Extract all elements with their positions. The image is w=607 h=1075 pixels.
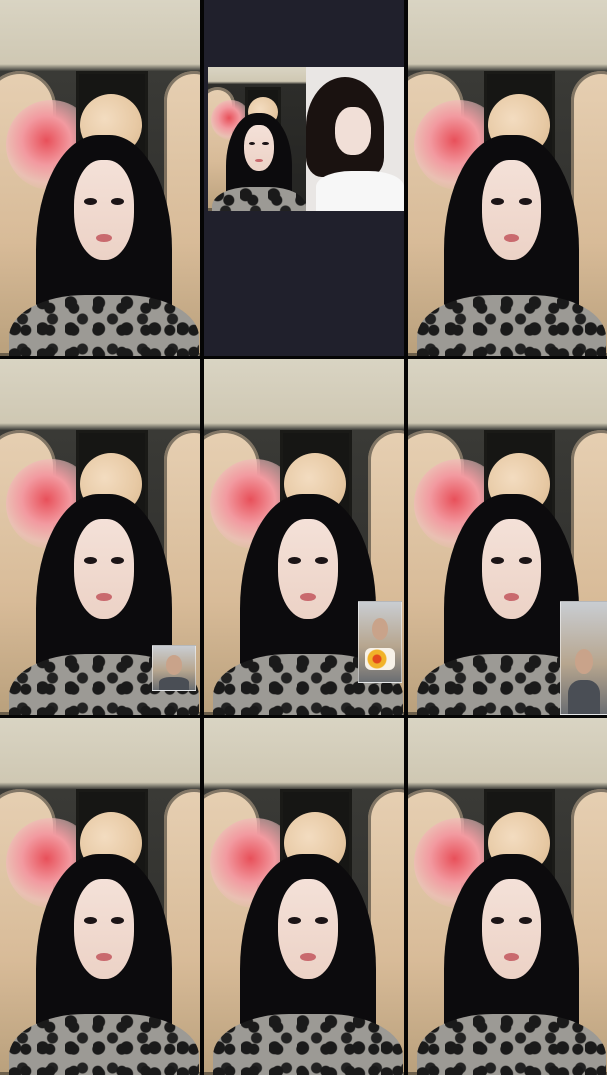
video-tile-5[interactable] [204,359,404,715]
video-grid [0,0,607,1075]
video-tile-7[interactable] [0,718,200,1075]
video-tile-9[interactable] [408,718,607,1075]
pip-video[interactable] [152,645,196,691]
person [8,135,200,356]
video-tile-6[interactable] [408,359,607,715]
video-call-tile[interactable] [204,0,404,356]
call-participant-self[interactable] [208,67,306,211]
video-tile-8[interactable] [204,718,404,1075]
food-icon [365,648,395,670]
person [8,853,200,1075]
video-tile-1[interactable] [0,0,200,356]
pip-video[interactable] [358,601,402,683]
call-participant-remote[interactable] [306,67,404,211]
pip-video[interactable] [560,601,607,715]
person [212,494,404,715]
video-tile-4[interactable] [0,359,200,715]
video-tile-3[interactable] [408,0,607,356]
person [416,494,607,715]
person [212,853,404,1075]
person [416,135,607,356]
person [416,853,607,1075]
